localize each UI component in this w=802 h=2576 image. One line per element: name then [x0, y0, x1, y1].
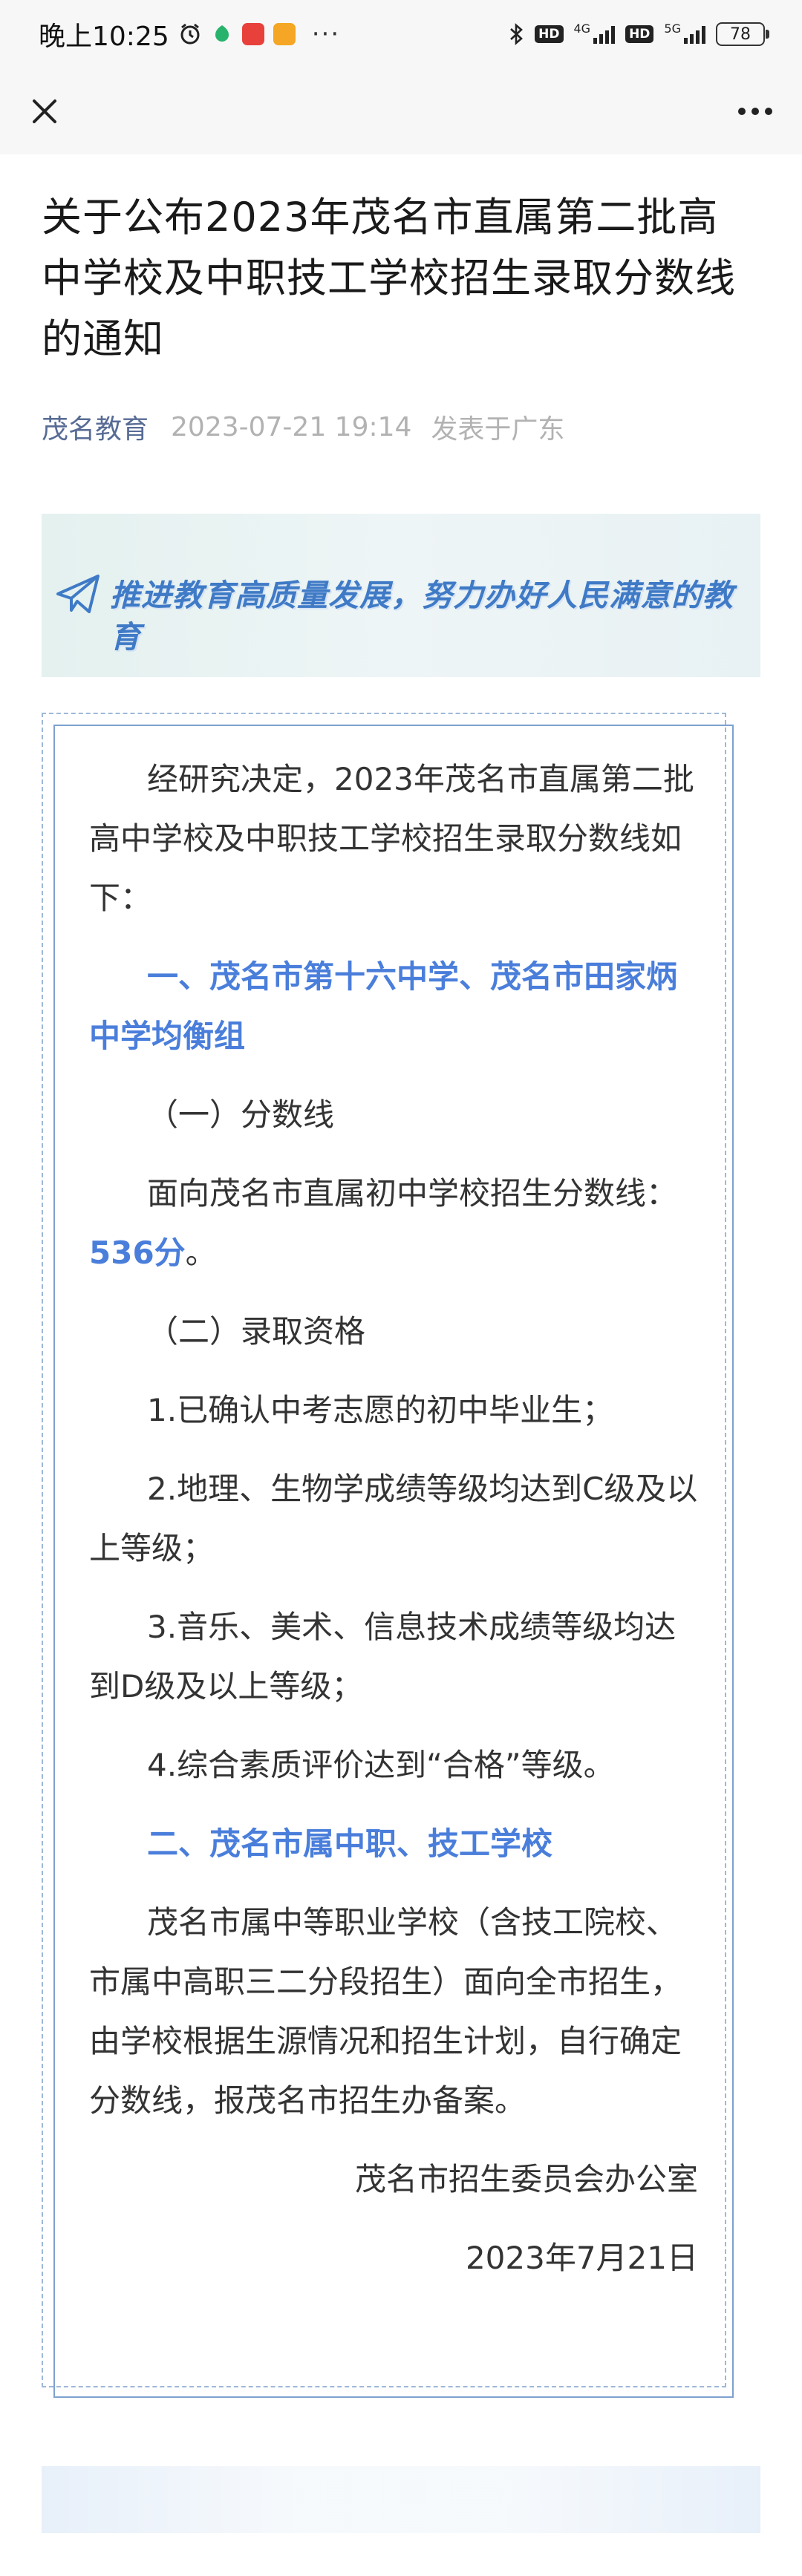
- score-label: 面向茂名市直属初中学校招生分数线：: [147, 1175, 678, 1212]
- network-type-2: 5G: [664, 21, 681, 36]
- score-value: 536分: [89, 1235, 186, 1271]
- red-app-icon: [241, 23, 264, 45]
- status-left: 晚上10:25 ···: [39, 16, 340, 52]
- list-item: 1.已确认中考志愿的初中毕业生；: [147, 1392, 614, 1428]
- orange-app-icon: [273, 23, 296, 45]
- list-item: 4.综合素质评价达到“合格”等级。: [147, 1747, 615, 1783]
- app-notification-icon: [215, 25, 229, 42]
- hd-badge-2: HD: [625, 25, 654, 43]
- list-item: 3.音乐、美术、信息技术成绩等级均达到D级及以上等级；: [89, 1609, 677, 1704]
- list-item: 2.地理、生物学成绩等级均达到C级及以上等级；: [89, 1471, 698, 1566]
- battery-level: 78: [730, 24, 751, 44]
- score-paragraph: 面向茂名市直属初中学校招生分数线： 536分。: [89, 1164, 698, 1283]
- sub1-heading: （一）分数线: [147, 1096, 335, 1133]
- slogan-banner: 推进教育高质量发展，努力办好人民满意的教育: [42, 514, 760, 677]
- score-suffix: 。: [185, 1235, 217, 1271]
- status-time: 晚上10:25: [39, 22, 169, 52]
- section2-heading: 二、茂名市属中职、技工学校: [147, 1825, 553, 1862]
- status-bar: 晚上10:25 ··· HD 4G HD 5G 78: [0, 0, 802, 68]
- hd-badge: HD: [535, 25, 564, 43]
- intro-paragraph: 经研究决定，2023年茂名市直属第二批高中学校及中职技工学校招生录取分数线如下：: [89, 761, 694, 916]
- network-type-1: 4G: [573, 21, 591, 36]
- status-right: HD 4G HD 5G 78: [508, 18, 769, 50]
- bottom-decoration: [42, 2466, 760, 2533]
- signal-icon: [593, 24, 616, 44]
- battery-icon: 78: [716, 22, 769, 46]
- nav-bar: [0, 68, 802, 154]
- signature-date: 2023年7月21日: [465, 2240, 698, 2276]
- signal-icon-2: [684, 24, 705, 44]
- article-meta: 茂名教育 2023-07-21 19:14 发表于广东: [42, 407, 564, 447]
- bluetooth-icon: [510, 23, 524, 45]
- banner-slogan: 推进教育高质量发展，努力办好人民满意的教育: [110, 578, 734, 655]
- publish-location: 发表于广东: [431, 414, 565, 445]
- section1-heading: 一、茂名市第十六中学、茂名市田家炳中学均衡组: [89, 958, 678, 1054]
- status-more-icon: ···: [311, 19, 341, 49]
- publish-time: 2023-07-21 19:14: [171, 411, 412, 442]
- paper-plane-icon: [56, 575, 100, 613]
- account-name-link[interactable]: 茂名教育: [42, 408, 149, 446]
- signature: 茂名市招生委员会办公室: [354, 2161, 698, 2197]
- more-icon[interactable]: [729, 89, 781, 134]
- section2-paragraph: 茂名市属中等职业学校（含技工院校、市属中高职三二分段招生）面向全市招生，由学校根…: [89, 1904, 682, 2119]
- article-title: 关于公布2023年茂名市直属第二批高中学校及中职技工学校招生录取分数线的通知: [42, 194, 736, 362]
- sub2-heading: （二）录取资格: [147, 1313, 366, 1350]
- article-body: 经研究决定，2023年茂名市直属第二批高中学校及中职技工学校招生录取分数线如下：…: [89, 750, 698, 2288]
- alarm-icon: [180, 23, 200, 45]
- close-icon[interactable]: [22, 89, 67, 134]
